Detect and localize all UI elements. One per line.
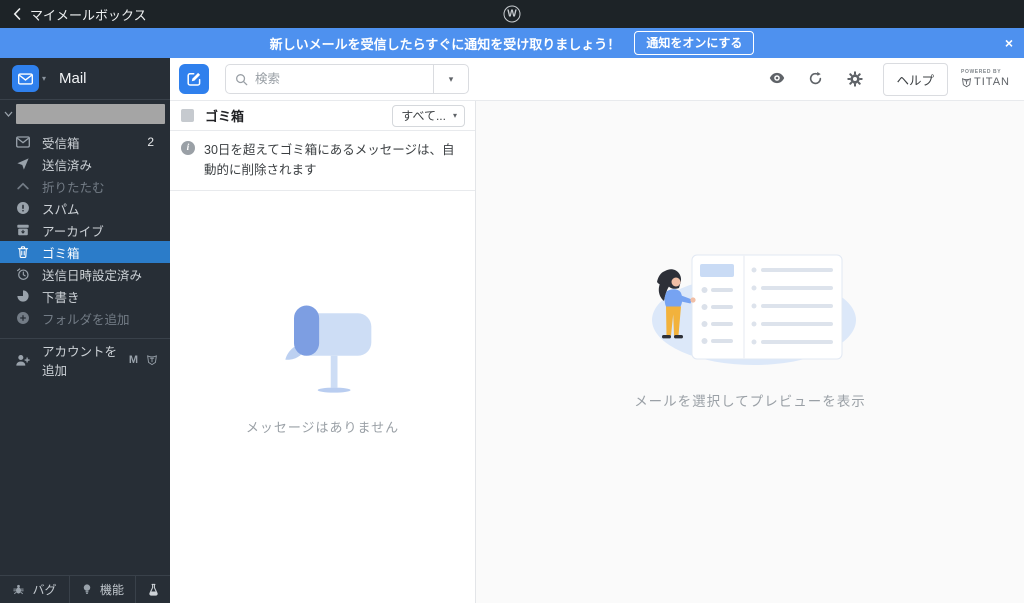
empty-list-state: メッセージはありません xyxy=(170,191,475,603)
settings-gear-icon[interactable] xyxy=(846,71,863,87)
toolbar-right: ヘルプ POWERED BY TITAN xyxy=(746,62,1010,96)
bug-icon xyxy=(12,583,25,596)
sidebar-item-spam[interactable]: スパム xyxy=(0,197,170,219)
labs-button[interactable] xyxy=(136,576,170,603)
refresh-icon[interactable] xyxy=(808,71,824,87)
sidebar-item-drafts[interactable]: 下書き xyxy=(0,285,170,307)
sidebar-divider xyxy=(0,338,170,339)
info-icon: i xyxy=(181,141,195,155)
close-icon[interactable]: × xyxy=(1005,36,1013,50)
back-to-mailboxes-button[interactable]: マイメールボックス xyxy=(13,5,147,24)
report-bug-button[interactable]: バグ xyxy=(0,576,70,603)
titan-crown-icon xyxy=(961,77,972,88)
account-selector[interactable] xyxy=(0,100,170,127)
search-box: ▾ xyxy=(225,64,469,94)
chevron-down-icon: ▾ xyxy=(452,111,457,120)
request-feature-button[interactable]: 機能 xyxy=(70,576,136,603)
unread-count-badge: 2 xyxy=(147,135,154,149)
account-email-redacted xyxy=(16,103,165,124)
sidebar-footer: バグ 機能 xyxy=(0,575,170,603)
search-icon xyxy=(235,73,248,86)
main-area: ▾ ヘルプ POWERED BY xyxy=(170,58,1024,603)
help-button[interactable]: ヘルプ xyxy=(882,62,949,96)
compose-button[interactable] xyxy=(179,64,209,94)
sidebar-header: ▾ Mail xyxy=(0,58,170,100)
wordpress-admin-bar: マイメールボックス W xyxy=(0,0,1024,28)
plus-circle-icon xyxy=(15,311,30,326)
search-input[interactable] xyxy=(255,72,433,86)
sidebar-item-scheduled[interactable]: 送信日時設定済み xyxy=(0,263,170,285)
chevron-down-icon xyxy=(4,111,13,117)
toolbar: ▾ ヘルプ POWERED BY xyxy=(170,58,1024,101)
provider-icons: M xyxy=(129,354,158,366)
clock-send-icon xyxy=(15,267,30,282)
person-plus-icon xyxy=(15,353,30,368)
list-header: ゴミ箱 すべて... ▾ xyxy=(170,101,475,131)
sidebar-item-collapse[interactable]: 折りたたむ xyxy=(0,175,170,197)
sidebar-item-add-folder[interactable]: フォルダを追加 xyxy=(0,307,170,329)
powered-by-titan-logo: POWERED BY TITAN xyxy=(961,69,1010,88)
select-email-illustration xyxy=(634,250,866,376)
filter-dropdown[interactable]: すべて... ▾ xyxy=(392,104,465,127)
flask-icon xyxy=(147,583,160,597)
sidebar-item-trash[interactable]: ゴミ箱 xyxy=(0,241,170,263)
chevron-down-icon: ▾ xyxy=(42,74,47,83)
preview-pane: メールを選択してプレビューを表示 xyxy=(476,101,1024,603)
sidebar-item-sent[interactable]: 送信済み xyxy=(0,153,170,175)
archive-box-icon xyxy=(15,223,30,238)
add-account-button[interactable]: アカウントを追加 M xyxy=(0,345,170,378)
compose-pencil-icon xyxy=(186,71,202,87)
notification-banner: 新しいメールを受信したらすぐに通知を受け取りましょう！ 通知をオンにする × xyxy=(0,28,1024,58)
gmail-icon: M xyxy=(128,353,138,366)
preview-empty-message: メールを選択してプレビューを表示 xyxy=(634,393,866,409)
draft-icon xyxy=(15,289,30,304)
trash-info-message: 30日を超えてゴミ箱にあるメッセージは、自動的に削除されます xyxy=(204,143,455,177)
folder-title: ゴミ箱 xyxy=(205,109,245,124)
mailbox-illustration xyxy=(265,303,381,397)
envelope-icon xyxy=(18,72,33,85)
enable-notifications-button[interactable]: 通知をオンにする xyxy=(634,31,755,55)
spam-alert-icon xyxy=(15,201,30,216)
read-view-eye-icon[interactable] xyxy=(769,71,785,87)
app-name: Mail xyxy=(59,70,87,87)
wordpress-icon: W xyxy=(503,5,521,23)
folder-list: 受信箱 2 送信済み 折りたたむ スパム アーカイブ ゴミ箱 送信日時設定済み … xyxy=(0,131,170,329)
chevron-up-icon xyxy=(15,179,30,194)
sidebar-item-archive[interactable]: アーカイブ xyxy=(0,219,170,241)
trash-icon xyxy=(15,245,30,260)
lightbulb-icon xyxy=(81,583,93,596)
sidebar-item-inbox[interactable]: 受信箱 2 xyxy=(0,131,170,153)
mail-app-switcher-button[interactable] xyxy=(12,65,39,92)
select-all-checkbox[interactable] xyxy=(181,109,194,122)
chevron-left-icon xyxy=(13,8,21,20)
search-options-dropdown[interactable]: ▾ xyxy=(433,65,468,93)
inbox-icon xyxy=(15,135,30,150)
empty-list-message: メッセージはありません xyxy=(245,420,400,435)
back-label: マイメールボックス xyxy=(30,7,147,23)
trash-info-row: i 30日を超えてゴミ箱にあるメッセージは、自動的に削除されます xyxy=(170,131,475,191)
banner-message: 新しいメールを受信したらすぐに通知を受け取りましょう！ xyxy=(269,36,621,52)
titan-crown-icon xyxy=(146,354,158,366)
sidebar: ▾ Mail 受信箱 2 送信済み 折りたたむ スパム アーカイブ ゴミ箱 送信… xyxy=(0,58,170,603)
message-list-pane: ゴミ箱 すべて... ▾ i 30日を超えてゴミ箱にあるメッセージは、自動的に削… xyxy=(170,101,476,603)
paper-plane-icon xyxy=(15,157,30,172)
mail-app-window: マイメールボックス W 新しいメールを受信したらすぐに通知を受け取りましょう！ … xyxy=(0,0,1024,603)
